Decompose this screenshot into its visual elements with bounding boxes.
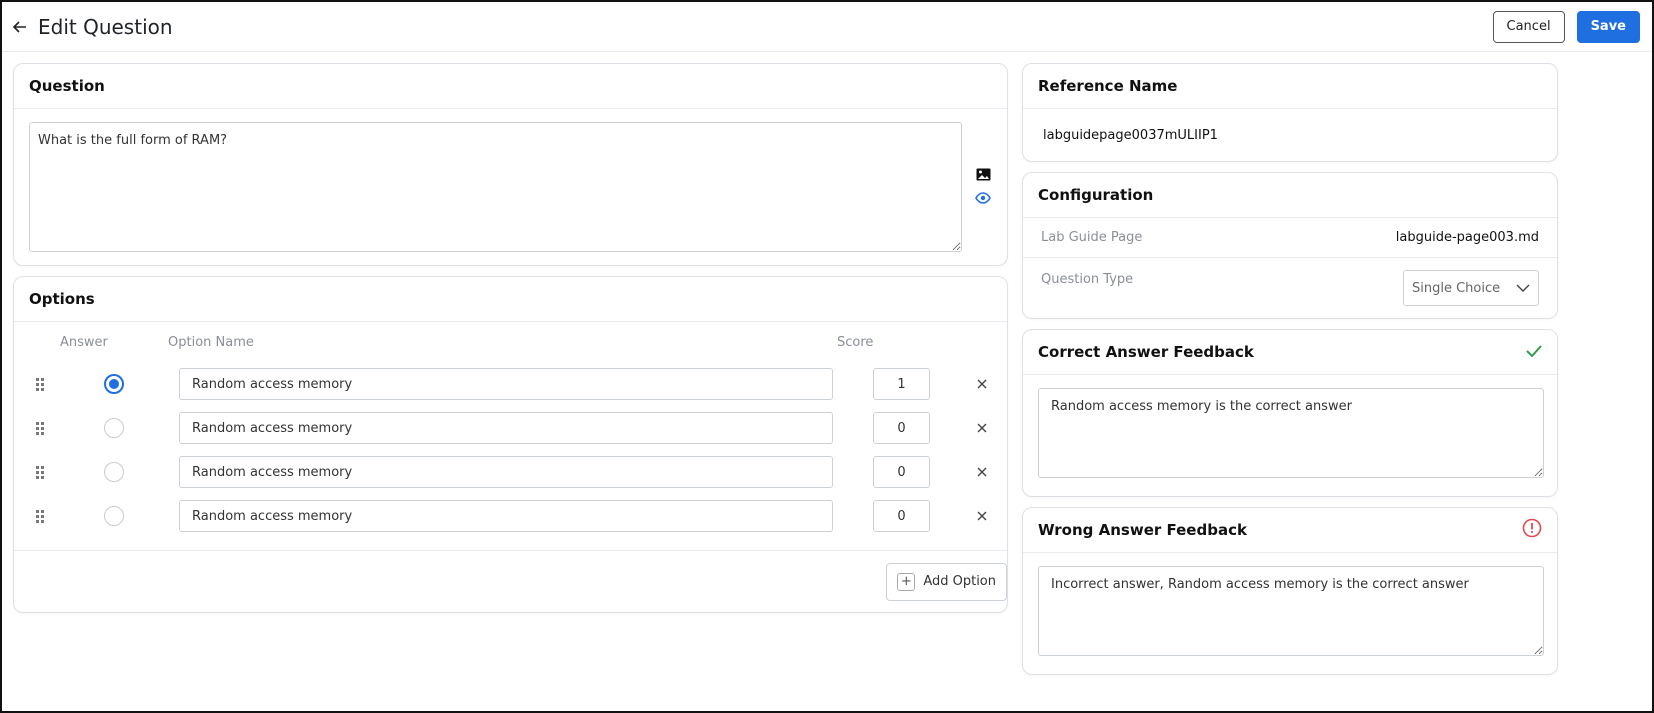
score-input[interactable]: [873, 368, 930, 400]
option-row: [14, 406, 1007, 450]
close-icon[interactable]: [975, 377, 989, 391]
close-icon[interactable]: [975, 509, 989, 523]
options-card: Options Answer Option Name Score Random …: [13, 276, 1008, 613]
header-actions: Cancel Save: [1492, 10, 1640, 43]
header-left: Edit Question: [12, 15, 173, 39]
option-name-input[interactable]: [179, 456, 833, 488]
configuration-card: Configuration Lab Guide Page labguide-pa…: [1022, 172, 1558, 319]
answer-radio[interactable]: [104, 418, 124, 438]
alert-circle-icon: [1522, 518, 1542, 542]
page-title: Edit Question: [38, 14, 173, 39]
add-option-label: Add Option: [923, 574, 996, 589]
lab-guide-row: Lab Guide Page labguide-page003.md: [1023, 218, 1557, 258]
correct-feedback-heading-label: Correct Answer Feedback: [1038, 343, 1254, 361]
reference-card: Reference Name labguidepage0037mULIIP1: [1022, 63, 1558, 162]
configuration-heading: Configuration: [1023, 173, 1557, 218]
column-option-name: Option Name: [168, 334, 254, 350]
drag-handle-icon[interactable]: [36, 377, 48, 391]
answer-radio[interactable]: [104, 462, 124, 482]
wrong-feedback-heading: Wrong Answer Feedback: [1023, 508, 1557, 553]
question-body: What is the full form of RAM?: [14, 109, 1007, 265]
question-type-row: Question Type Single Choice: [1023, 258, 1557, 318]
option-row: [14, 362, 1007, 406]
right-column: Reference Name labguidepage0037mULIIP1 C…: [1022, 63, 1558, 685]
answer-radio-cell: [48, 418, 179, 438]
lab-guide-label: Lab Guide Page: [1041, 230, 1143, 245]
option-row: [14, 450, 1007, 494]
option-name-input[interactable]: [179, 412, 833, 444]
plus-icon: +: [897, 572, 916, 591]
option-name-input[interactable]: [179, 368, 833, 400]
question-tools: [974, 122, 992, 252]
correct-feedback-textarea[interactable]: Random access memory is the correct answ…: [1038, 388, 1544, 478]
left-column: Question What is the full form of RAM? O…: [13, 63, 1008, 623]
close-icon[interactable]: [975, 421, 989, 435]
correct-feedback-heading: Correct Answer Feedback: [1023, 330, 1557, 375]
question-type-label: Question Type: [1041, 272, 1134, 287]
column-answer: Answer: [60, 334, 108, 350]
reference-heading-label: Reference Name: [1038, 77, 1178, 95]
wrong-feedback-textarea[interactable]: Incorrect answer, Random access memory i…: [1038, 566, 1544, 656]
correct-feedback-body: Random access memory is the correct answ…: [1023, 375, 1557, 496]
question-card: Question What is the full form of RAM?: [13, 63, 1008, 266]
drag-handle-icon[interactable]: [36, 465, 48, 479]
options-footer: + Add Option: [14, 550, 1007, 612]
question-type-select[interactable]: Single Choice: [1403, 270, 1539, 306]
reference-value: labguidepage0037mULIIP1: [1043, 128, 1218, 143]
configuration-heading-label: Configuration: [1038, 186, 1154, 204]
score-input[interactable]: [873, 412, 930, 444]
options-column-headers: Answer Option Name Score: [14, 322, 1007, 362]
answer-radio[interactable]: [104, 374, 124, 394]
correct-feedback-card: Correct Answer Feedback Random access me…: [1022, 329, 1558, 497]
lab-guide-value: labguide-page003.md: [1395, 230, 1539, 245]
wrong-feedback-heading-label: Wrong Answer Feedback: [1038, 521, 1247, 539]
answer-radio[interactable]: [104, 506, 124, 526]
check-icon: [1526, 343, 1542, 361]
cancel-button[interactable]: Cancel: [1492, 10, 1565, 43]
wrong-feedback-card: Wrong Answer Feedback Incorrect answer, …: [1022, 507, 1558, 675]
page-header: Edit Question Cancel Save: [2, 2, 1652, 52]
question-heading-label: Question: [29, 77, 105, 95]
score-input[interactable]: [873, 500, 930, 532]
add-option-button[interactable]: + Add Option: [886, 562, 1007, 601]
main-content: Question What is the full form of RAM? O…: [13, 63, 1642, 711]
back-arrow-icon[interactable]: [12, 19, 28, 35]
option-name-input[interactable]: [179, 500, 833, 532]
save-button[interactable]: Save: [1576, 10, 1640, 43]
question-heading: Question: [14, 64, 1007, 109]
wrong-feedback-body: Incorrect answer, Random access memory i…: [1023, 553, 1557, 674]
answer-radio-cell: [48, 374, 179, 394]
drag-handle-icon[interactable]: [36, 509, 48, 523]
score-input[interactable]: [873, 456, 930, 488]
options-heading: Options: [14, 277, 1007, 322]
question-type-value: Single Choice: [1412, 280, 1501, 296]
image-icon[interactable]: [974, 166, 992, 182]
column-score: Score: [837, 334, 874, 350]
options-heading-label: Options: [29, 290, 95, 308]
eye-icon[interactable]: [974, 190, 992, 206]
chevron-down-icon: [1516, 281, 1530, 296]
drag-handle-icon[interactable]: [36, 421, 48, 435]
answer-radio-cell: [48, 506, 179, 526]
option-row: [14, 494, 1007, 538]
question-textarea[interactable]: What is the full form of RAM?: [29, 122, 962, 252]
close-icon[interactable]: [975, 465, 989, 479]
reference-heading: Reference Name: [1023, 64, 1557, 109]
answer-radio-cell: [48, 462, 179, 482]
